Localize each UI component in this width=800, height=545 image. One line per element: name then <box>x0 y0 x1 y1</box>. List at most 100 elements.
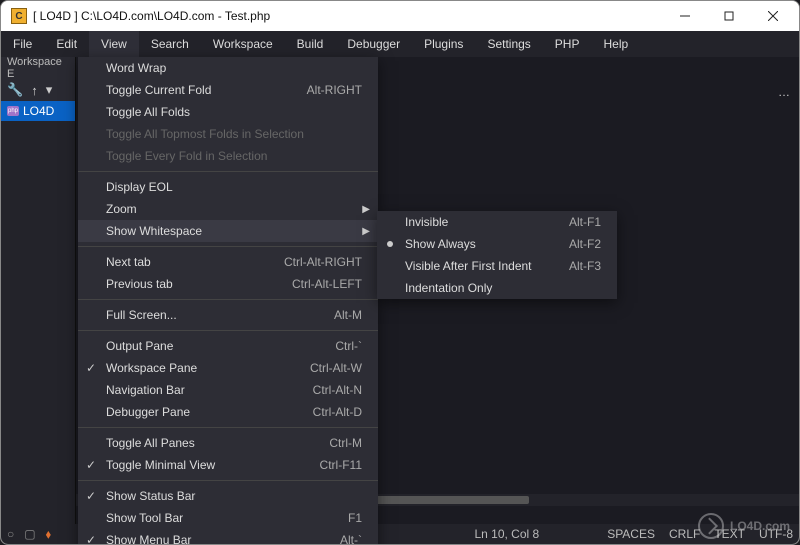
php-file-icon: php <box>7 106 19 116</box>
menu-item-shortcut: Alt-M <box>334 308 362 322</box>
check-icon: ✓ <box>86 361 96 375</box>
menu-item-navigation-bar[interactable]: Navigation BarCtrl-Alt-N <box>78 379 378 401</box>
menu-item-visible-after-first-indent[interactable]: Visible After First IndentAlt-F3 <box>377 255 617 277</box>
menu-item-label: Display EOL <box>106 180 173 194</box>
show-whitespace-submenu: InvisibleAlt-F1Show AlwaysAlt-F2Visible … <box>377 211 617 299</box>
menu-item-label: Indentation Only <box>405 281 492 295</box>
menu-item-label: Next tab <box>106 255 151 269</box>
menu-item-label: Toggle All Topmost Folds in Selection <box>106 127 304 141</box>
menu-debugger[interactable]: Debugger <box>335 31 412 57</box>
menu-item-label: Previous tab <box>106 277 173 291</box>
menu-item-toggle-all-folds[interactable]: Toggle All Folds <box>78 101 378 123</box>
menu-settings[interactable]: Settings <box>475 31 542 57</box>
menu-search[interactable]: Search <box>139 31 201 57</box>
menu-item-label: Show Status Bar <box>106 489 195 503</box>
menu-item-toggle-minimal-view[interactable]: ✓ Toggle Minimal View Ctrl-F11 <box>78 454 378 476</box>
menu-file[interactable]: File <box>1 31 44 57</box>
menu-item-shortcut: Ctrl-` <box>335 339 362 353</box>
status-position[interactable]: Ln 10, Col 8 <box>474 527 539 541</box>
menu-build[interactable]: Build <box>285 31 336 57</box>
menu-item-toggle-current-fold[interactable]: Toggle Current FoldAlt-RIGHT <box>78 79 378 101</box>
menu-item-show-whitespace[interactable]: Show Whitespace ▶ <box>78 220 378 242</box>
menu-item-zoom[interactable]: Zoom▶ <box>78 198 378 220</box>
menu-item-shortcut: Alt-F1 <box>569 215 601 229</box>
window-controls <box>663 2 795 30</box>
menu-item-toggle-every-fold-in-selection: Toggle Every Fold in Selection <box>78 145 378 167</box>
up-arrow-icon[interactable]: ↑ <box>31 83 38 98</box>
menu-item-shortcut: Alt-` <box>340 533 362 545</box>
menu-item-label: Invisible <box>405 215 448 229</box>
wrench-icon[interactable]: 🔧 <box>7 82 23 98</box>
status-diamond-icon[interactable]: ⬧ <box>46 527 51 542</box>
editor-overflow-icon[interactable]: … <box>774 83 795 101</box>
menu-item-label: Navigation Bar <box>106 383 185 397</box>
sidebar-tab-workspace[interactable]: Workspace E <box>1 57 75 79</box>
menu-item-label: Toggle Every Fold in Selection <box>106 149 267 163</box>
menu-item-shortcut: F1 <box>348 511 362 525</box>
menu-item-previous-tab[interactable]: Previous tab Ctrl-Alt-LEFT <box>78 273 378 295</box>
submenu-arrow-icon: ▶ <box>362 226 370 237</box>
menubar: FileEditViewSearchWorkspaceBuildDebugger… <box>1 31 799 57</box>
status-syntax[interactable]: TEXT <box>714 527 745 541</box>
check-icon: ✓ <box>86 489 96 503</box>
menu-item-shortcut: Ctrl-F11 <box>320 458 362 472</box>
menu-item-display-eol[interactable]: Display EOL <box>78 176 378 198</box>
file-tree-item-label: LO4D <box>23 104 54 118</box>
check-icon: ✓ <box>86 458 96 472</box>
menu-item-label: Visible After First Indent <box>405 259 532 273</box>
menu-item-label: Toggle All Panes <box>106 436 195 450</box>
menu-item-label: Workspace Pane <box>106 361 197 375</box>
menu-separator <box>78 171 378 172</box>
menu-view[interactable]: View <box>89 31 139 57</box>
menu-item-output-pane[interactable]: Output Pane Ctrl-` <box>78 335 378 357</box>
menu-item-label: Toggle Minimal View <box>106 458 215 472</box>
window-title: [ LO4D ] C:\LO4D.com\LO4D.com - Test.php <box>33 9 663 23</box>
file-tree-item[interactable]: php LO4D <box>1 101 75 121</box>
menu-item-show-status-bar[interactable]: ✓ Show Status Bar <box>78 485 378 507</box>
menu-help[interactable]: Help <box>591 31 640 57</box>
menu-workspace[interactable]: Workspace <box>201 31 285 57</box>
menu-item-shortcut: Ctrl-Alt-W <box>310 361 362 375</box>
menu-separator <box>78 330 378 331</box>
status-indent[interactable]: SPACES <box>607 527 655 541</box>
menu-item-label: Toggle All Folds <box>106 105 190 119</box>
menu-plugins[interactable]: Plugins <box>412 31 475 57</box>
menu-item-label: Show Whitespace <box>106 224 202 238</box>
status-encoding[interactable]: UTF-8 <box>759 527 793 541</box>
submenu-arrow-icon: ▶ <box>362 204 370 215</box>
menu-item-invisible[interactable]: Invisible Alt-F1 <box>377 211 617 233</box>
menu-item-shortcut: Ctrl-Alt-D <box>313 405 362 419</box>
close-button[interactable] <box>751 2 795 30</box>
menu-item-full-screen-[interactable]: Full Screen... Alt-M <box>78 304 378 326</box>
minimize-button[interactable] <box>663 2 707 30</box>
menu-item-debugger-pane[interactable]: Debugger PaneCtrl-Alt-D <box>78 401 378 423</box>
menu-item-shortcut: Ctrl-Alt-LEFT <box>292 277 362 291</box>
menu-item-label: Output Pane <box>106 339 173 353</box>
menu-item-label: Full Screen... <box>106 308 177 322</box>
status-square-icon[interactable]: ▢ <box>24 527 35 541</box>
maximize-button[interactable] <box>707 2 751 30</box>
check-icon: ✓ <box>86 533 96 545</box>
down-triangle-icon[interactable]: ▾ <box>46 82 53 98</box>
status-line-ending[interactable]: CRLF <box>669 527 700 541</box>
menu-item-word-wrap[interactable]: Word Wrap <box>78 57 378 79</box>
menu-item-show-always[interactable]: Show AlwaysAlt-F2 <box>377 233 617 255</box>
sidebar: Workspace E 🔧 ↑ ▾ php LO4D <box>1 57 76 524</box>
app-window: C [ LO4D ] C:\LO4D.com\LO4D.com - Test.p… <box>0 0 800 545</box>
menu-item-workspace-pane[interactable]: ✓ Workspace Pane Ctrl-Alt-W <box>78 357 378 379</box>
menu-item-label: Show Always <box>405 237 476 251</box>
menu-item-show-menu-bar[interactable]: ✓ Show Menu Bar Alt-` <box>78 529 378 545</box>
app-icon: C <box>11 8 27 24</box>
menu-item-toggle-all-panes[interactable]: Toggle All PanesCtrl-M <box>78 432 378 454</box>
menu-item-toggle-all-topmost-folds-in-selection: Toggle All Topmost Folds in Selection <box>78 123 378 145</box>
menu-edit[interactable]: Edit <box>44 31 89 57</box>
status-circle-icon[interactable]: ○ <box>7 527 14 541</box>
menu-separator <box>78 480 378 481</box>
menu-item-next-tab[interactable]: Next tabCtrl-Alt-RIGHT <box>78 251 378 273</box>
menu-item-show-tool-bar[interactable]: Show Tool BarF1 <box>78 507 378 529</box>
view-menu-dropdown: Word WrapToggle Current FoldAlt-RIGHTTog… <box>78 57 378 545</box>
menu-item-indentation-only[interactable]: Indentation Only <box>377 277 617 299</box>
menu-item-label: Show Menu Bar <box>106 533 191 545</box>
menu-php[interactable]: PHP <box>543 31 592 57</box>
menu-item-label: Toggle Current Fold <box>106 83 211 97</box>
